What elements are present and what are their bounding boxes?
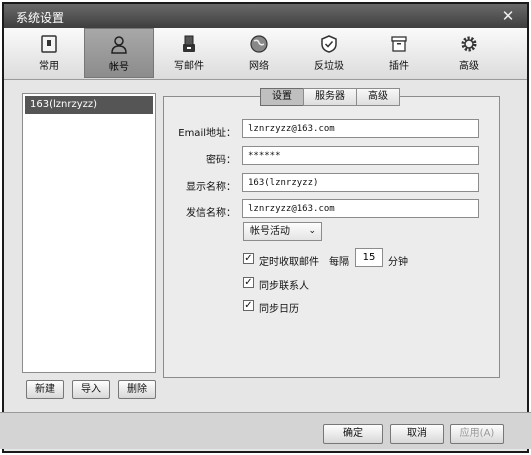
general-icon [41, 35, 57, 53]
toolbar-item-label: 高级 [459, 61, 479, 72]
antispam-icon [321, 35, 337, 53]
toolbar-item-label: 帐号 [109, 62, 129, 73]
toolbar-item-antispam[interactable]: 反垃圾 [294, 28, 364, 78]
toolbar-item-compose[interactable]: 写邮件 [154, 28, 224, 78]
toolbar-item-account[interactable]: 帐号 [84, 28, 154, 78]
email-field[interactable] [242, 119, 479, 138]
title-bar: 系统设置 ✕ [4, 4, 527, 28]
password-label: 密码： [206, 155, 236, 166]
sender-name-label: 发信名称： [186, 208, 236, 219]
toolbar-item-advanced[interactable]: 高级 [434, 28, 504, 78]
toolbar-item-plugin[interactable]: 插件 [364, 28, 434, 78]
delete-account-button[interactable]: 删除 [118, 380, 156, 399]
tab-server[interactable]: 服务器 [303, 88, 357, 106]
apply-button[interactable]: 应用(A) [450, 424, 504, 444]
auto-fetch-label: 定时收取邮件 [259, 257, 319, 268]
account-status-select[interactable]: 帐号活动 ⌄ [243, 222, 322, 241]
toolbar-item-label: 反垃圾 [314, 61, 344, 72]
ok-button[interactable]: 确定 [323, 424, 383, 444]
plugin-icon [391, 36, 407, 52]
toolbar-item-network[interactable]: 网络 [224, 28, 294, 78]
sync-contacts-label: 同步联系人 [259, 281, 309, 292]
network-icon [250, 35, 268, 53]
toolbar-item-label: 写邮件 [174, 61, 204, 72]
account-item[interactable]: 163(lznrzyzz) [25, 96, 153, 114]
toolbar-item-label: 常用 [39, 61, 59, 72]
tab-settings[interactable]: 设置 [260, 88, 304, 106]
sync-contacts-checkbox[interactable]: ✓ [243, 277, 254, 288]
toolbar-item-label: 网络 [249, 61, 269, 72]
settings-tabs: 设置 服务器 高级 [260, 88, 400, 106]
tab-advanced[interactable]: 高级 [356, 88, 400, 106]
sender-name-field[interactable] [242, 199, 479, 218]
display-name-label: 显示名称： [186, 182, 236, 193]
cancel-button[interactable]: 取消 [390, 424, 444, 444]
window-title: 系统设置 [16, 11, 65, 25]
display-name-field[interactable] [242, 173, 479, 192]
sync-calendar-label: 同步日历 [259, 304, 299, 315]
import-account-button[interactable]: 导入 [72, 380, 110, 399]
interval-label: 每隔 [329, 257, 349, 268]
toolbar-item-general[interactable]: 常用 [14, 28, 84, 78]
account-status-value: 帐号活动 [250, 226, 290, 237]
account-icon [111, 36, 127, 54]
toolbar-item-label: 插件 [389, 61, 409, 72]
account-list: 163(lznrzyzz) [22, 93, 156, 373]
sync-calendar-checkbox[interactable]: ✓ [243, 300, 254, 311]
interval-input[interactable] [355, 248, 383, 267]
compose-icon [183, 35, 195, 52]
auto-fetch-checkbox[interactable]: ✓ [243, 253, 254, 264]
new-account-button[interactable]: 新建 [26, 380, 64, 399]
close-icon[interactable]: ✕ [499, 7, 517, 25]
interval-unit: 分钟 [388, 257, 408, 268]
settings-toolbar: 常用 帐号 写邮件 网络 反垃圾 插件 高级 [4, 28, 527, 80]
email-label: Email地址： [178, 128, 236, 139]
advanced-icon [461, 36, 477, 52]
password-field[interactable] [242, 146, 479, 165]
chevron-down-icon: ⌄ [308, 226, 316, 236]
